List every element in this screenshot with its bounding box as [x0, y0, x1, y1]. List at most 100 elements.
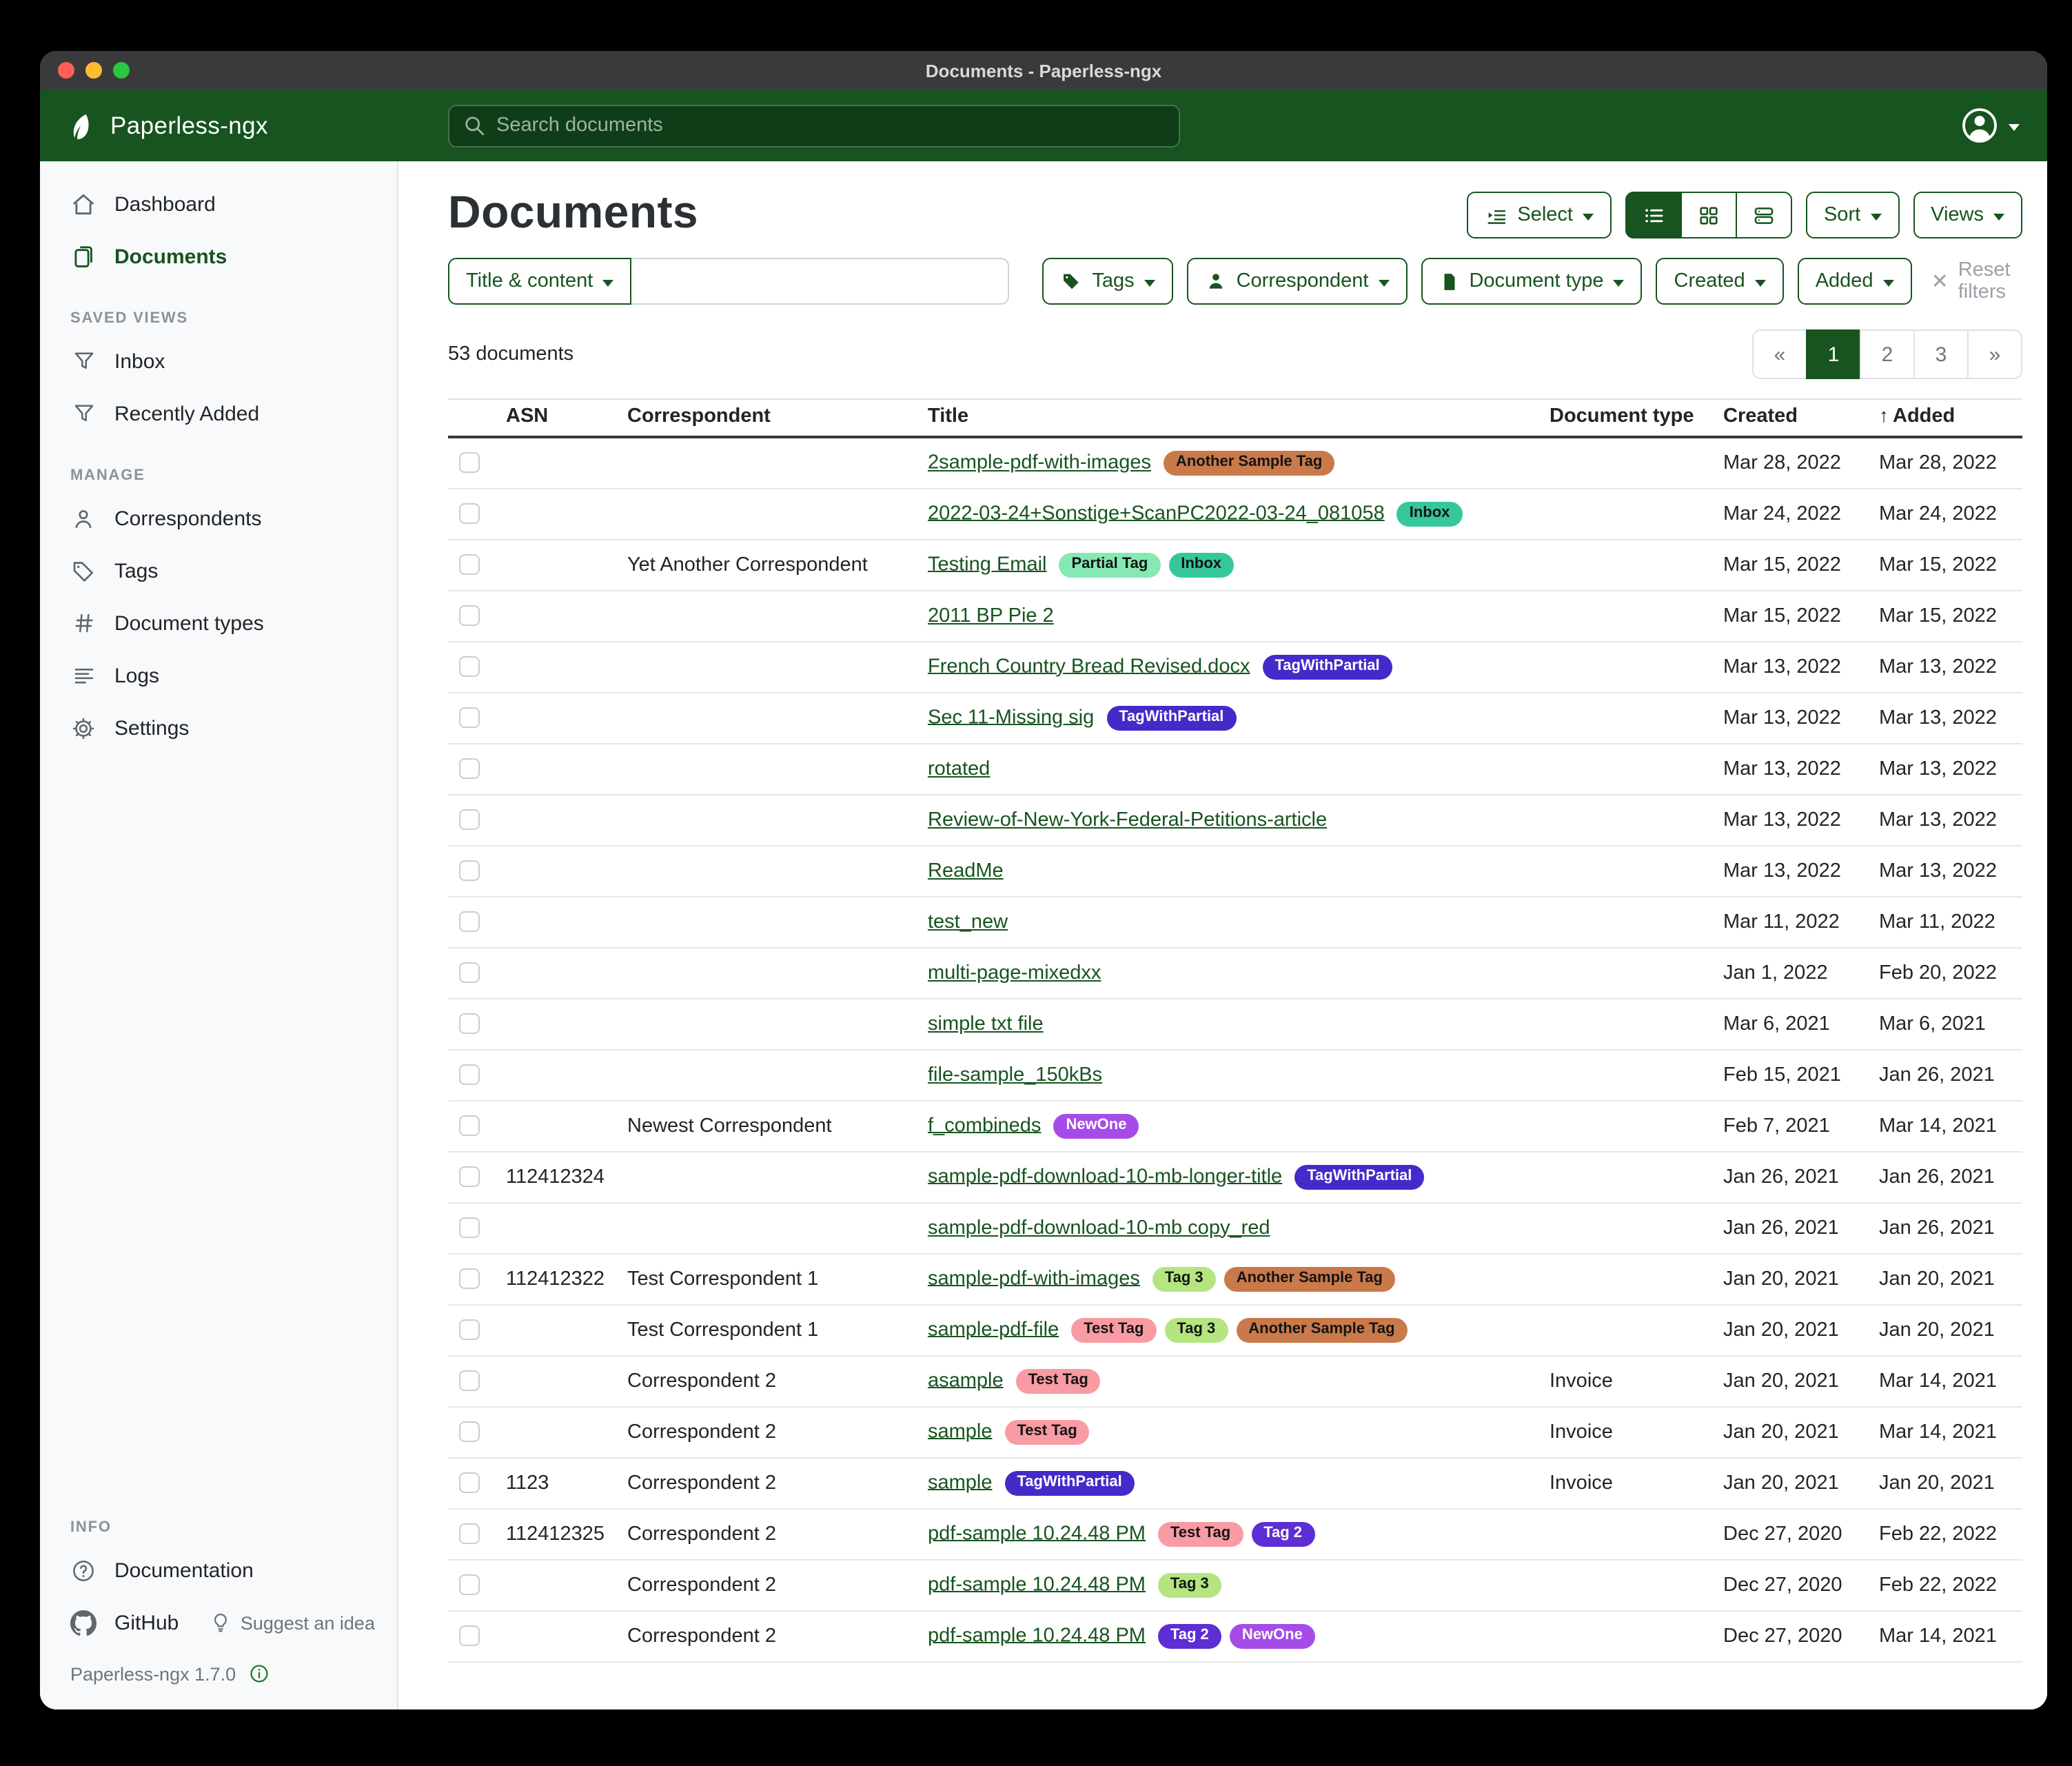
zoom-window-button[interactable] — [113, 62, 130, 79]
tag-test-tag[interactable]: Test Tag — [1158, 1521, 1243, 1546]
row-checkbox[interactable] — [459, 1166, 480, 1187]
row-checkbox[interactable] — [459, 1523, 480, 1544]
document-title-link[interactable]: 2022-03-24+Sonstige+ScanPC2022-03-24_081… — [928, 503, 1385, 525]
document-title-link[interactable]: sample — [928, 1421, 993, 1443]
row-checkbox[interactable] — [459, 962, 480, 983]
tag-inbox[interactable]: Inbox — [1397, 501, 1463, 526]
tag-tag-3[interactable]: Tag 3 — [1164, 1317, 1228, 1342]
column-document-type[interactable]: Document type — [1538, 399, 1712, 437]
sidebar-item-documentation[interactable]: Documentation — [40, 1544, 397, 1596]
row-checkbox[interactable] — [459, 453, 480, 474]
pagination-page-1[interactable]: 1 — [1806, 329, 1861, 379]
column-title[interactable]: Title — [917, 399, 1538, 437]
sidebar-item-document-types[interactable]: Document types — [40, 597, 397, 649]
tag-inbox[interactable]: Inbox — [1168, 552, 1234, 577]
document-title-link[interactable]: Testing Email — [928, 554, 1046, 576]
pagination-prev-button[interactable]: « — [1752, 329, 1807, 379]
row-checkbox[interactable] — [459, 1472, 480, 1493]
document-title-link[interactable]: Review-of-New-York-Federal-Petitions-art… — [928, 809, 1327, 831]
select-button[interactable]: Select — [1466, 192, 1612, 238]
row-checkbox[interactable] — [459, 503, 480, 524]
search-input[interactable] — [448, 104, 1180, 147]
tag-newone[interactable]: NewOne — [1053, 1113, 1139, 1138]
tag-tag-2[interactable]: Tag 2 — [1251, 1521, 1314, 1546]
tag-tagwithpartial[interactable]: TagWithPartial — [1005, 1470, 1135, 1495]
row-checkbox[interactable] — [459, 1268, 480, 1289]
document-title-link[interactable]: pdf-sample 10.24.48 PM — [928, 1523, 1146, 1545]
user-menu[interactable] — [1959, 105, 2020, 146]
grid-view-button[interactable] — [1680, 192, 1737, 238]
sort-button[interactable]: Sort — [1806, 192, 1899, 238]
sidebar-item-settings[interactable]: Settings — [40, 702, 397, 754]
tag-another-sample-tag[interactable]: Another Sample Tag — [1236, 1317, 1407, 1342]
document-title-link[interactable]: French Country Bread Revised.docx — [928, 656, 1250, 678]
close-window-button[interactable] — [58, 62, 74, 79]
row-checkbox[interactable] — [459, 1319, 480, 1340]
row-checkbox[interactable] — [459, 860, 480, 881]
row-checkbox[interactable] — [459, 707, 480, 728]
tag-tagwithpartial[interactable]: TagWithPartial — [1106, 705, 1236, 730]
row-checkbox[interactable] — [459, 809, 480, 830]
row-checkbox[interactable] — [459, 1013, 480, 1034]
tag-another-sample-tag[interactable]: Another Sample Tag — [1224, 1266, 1395, 1291]
tags-filter-button[interactable]: Tags — [1042, 258, 1172, 305]
filter-query-input[interactable] — [631, 258, 1009, 305]
document-title-link[interactable]: multi-page-mixedxx — [928, 962, 1101, 984]
tag-newone[interactable]: NewOne — [1230, 1623, 1315, 1648]
row-checkbox[interactable] — [459, 605, 480, 626]
row-checkbox[interactable] — [459, 758, 480, 779]
suggest-an-idea-link[interactable]: Suggest an idea — [210, 1612, 375, 1634]
added-filter-button[interactable]: Added — [1798, 258, 1912, 305]
pagination-page-3[interactable]: 3 — [1913, 329, 1969, 379]
document-title-link[interactable]: test_new — [928, 911, 1008, 933]
sidebar-item-inbox[interactable]: Inbox — [40, 335, 397, 387]
row-checkbox[interactable] — [459, 1574, 480, 1595]
tag-test-tag[interactable]: Test Tag — [1005, 1419, 1090, 1444]
column-asn[interactable]: ASN — [495, 399, 616, 437]
row-checkbox[interactable] — [459, 1625, 480, 1646]
tag-partial-tag[interactable]: Partial Tag — [1059, 552, 1160, 577]
tag-tag-3[interactable]: Tag 3 — [1152, 1266, 1216, 1291]
row-checkbox[interactable] — [459, 554, 480, 575]
sidebar-item-recently-added[interactable]: Recently Added — [40, 387, 397, 440]
sidebar-item-github[interactable]: GitHub Suggest an idea — [40, 1596, 397, 1649]
pagination-next-button[interactable]: » — [1967, 329, 2022, 379]
tag-tagwithpartial[interactable]: TagWithPartial — [1294, 1164, 1424, 1189]
sidebar-item-correspondents[interactable]: Correspondents — [40, 492, 397, 545]
row-checkbox[interactable] — [459, 656, 480, 677]
document-title-link[interactable]: Sec 11-Missing sig — [928, 707, 1094, 729]
document-title-link[interactable]: sample-pdf-download-10-mb-longer-title — [928, 1166, 1282, 1188]
document-title-link[interactable]: rotated — [928, 758, 990, 780]
row-checkbox[interactable] — [459, 1370, 480, 1391]
row-checkbox[interactable] — [459, 911, 480, 932]
document-title-link[interactable]: sample-pdf-download-10-mb copy_red — [928, 1217, 1270, 1239]
document-title-link[interactable]: simple txt file — [928, 1013, 1044, 1035]
document-title-link[interactable]: sample-pdf-with-images — [928, 1268, 1140, 1290]
sidebar-item-dashboard[interactable]: Dashboard — [40, 178, 397, 230]
document-title-link[interactable]: f_combineds — [928, 1115, 1041, 1137]
detail-view-button[interactable] — [1736, 192, 1792, 238]
views-button[interactable]: Views — [1913, 192, 2022, 238]
filter-field-button[interactable]: Title & content — [448, 258, 631, 305]
document-title-link[interactable]: pdf-sample 10.24.48 PM — [928, 1625, 1146, 1647]
minimize-window-button[interactable] — [85, 62, 102, 79]
created-filter-button[interactable]: Created — [1656, 258, 1784, 305]
column-created[interactable]: Created — [1712, 399, 1868, 437]
info-circle-icon[interactable] — [248, 1663, 270, 1685]
document-title-link[interactable]: sample — [928, 1472, 993, 1494]
document-title-link[interactable]: pdf-sample 10.24.48 PM — [928, 1574, 1146, 1596]
row-checkbox[interactable] — [459, 1064, 480, 1085]
document-title-link[interactable]: sample-pdf-file — [928, 1319, 1059, 1341]
tag-another-sample-tag[interactable]: Another Sample Tag — [1164, 451, 1334, 476]
tag-tagwithpartial[interactable]: TagWithPartial — [1262, 654, 1392, 679]
reset-filters-button[interactable]: ✕ Reset filters — [1931, 259, 2022, 303]
row-checkbox[interactable] — [459, 1217, 480, 1238]
correspondent-filter-button[interactable]: Correspondent — [1187, 258, 1408, 305]
document-title-link[interactable]: ReadMe — [928, 860, 1004, 882]
row-checkbox[interactable] — [459, 1115, 480, 1136]
tag-test-tag[interactable]: Test Tag — [1016, 1368, 1101, 1393]
list-view-button[interactable] — [1625, 192, 1682, 238]
sidebar-item-logs[interactable]: Logs — [40, 649, 397, 702]
tag-test-tag[interactable]: Test Tag — [1071, 1317, 1156, 1342]
tag-tag-2[interactable]: Tag 2 — [1158, 1623, 1221, 1648]
